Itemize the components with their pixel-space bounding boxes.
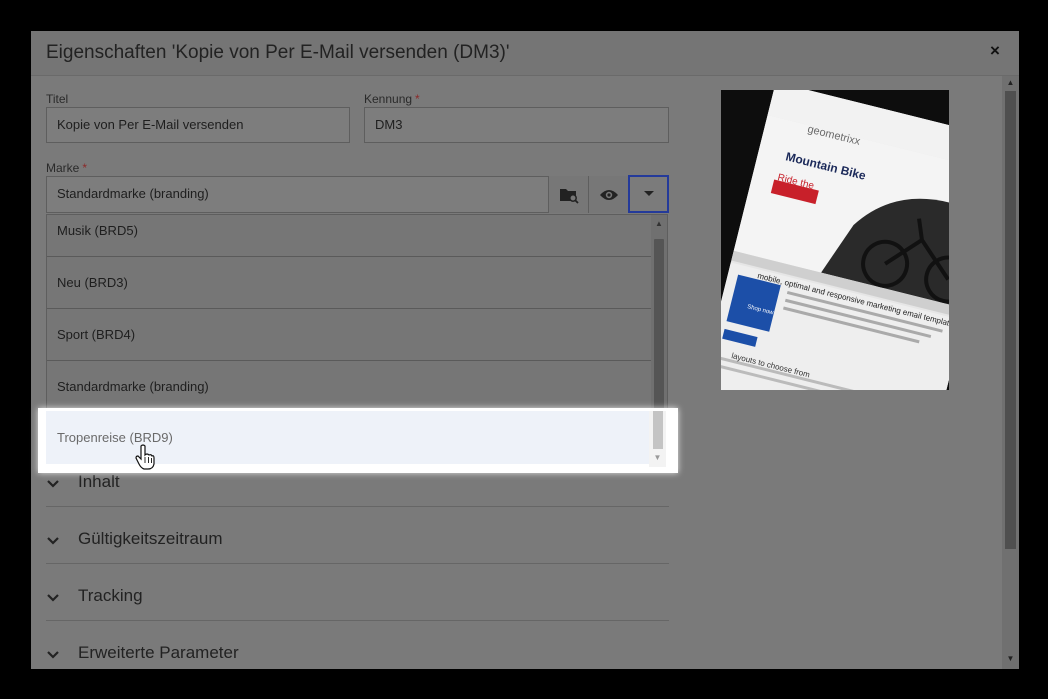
- section-inhalt[interactable]: Inhalt: [46, 467, 669, 507]
- hovered-item-spotlight: Tropenreise (BRD9) ▼: [38, 408, 678, 473]
- section-label: Tracking: [78, 586, 143, 605]
- chevron-down-icon: [47, 594, 59, 602]
- id-label: Kennung *: [364, 92, 420, 106]
- dropdown-item[interactable]: Standardmarke (branding): [47, 361, 651, 413]
- brand-input[interactable]: Standardmarke (branding): [46, 176, 549, 213]
- chevron-down-icon: [47, 480, 59, 488]
- brand-label: Marke *: [46, 161, 87, 175]
- title-label: Titel: [46, 92, 68, 106]
- browse-folder-button[interactable]: [548, 176, 588, 213]
- section-label: Gültigkeitszeitraum: [78, 529, 223, 548]
- section-tracking[interactable]: Tracking: [46, 581, 669, 621]
- dropdown-toggle-button[interactable]: [628, 175, 669, 213]
- properties-dialog: Eigenschaften 'Kopie von Per E-Mail vers…: [31, 31, 1019, 669]
- scroll-down-arrow-icon[interactable]: ▼: [649, 453, 666, 465]
- dropdown-item[interactable]: Sport (BRD4): [47, 309, 651, 361]
- section-label: Inhalt: [78, 472, 120, 491]
- title-input[interactable]: Kopie von Per E-Mail versenden: [46, 107, 350, 143]
- preview-button[interactable]: [588, 176, 628, 213]
- dialog-scroll-thumb[interactable]: [1005, 91, 1016, 549]
- section-label: Erweiterte Parameter: [78, 643, 239, 662]
- id-input[interactable]: DM3: [364, 107, 669, 143]
- folder-search-icon: [559, 188, 579, 204]
- template-preview-image: geometrixx Mountain Bike Ride the mobile…: [721, 90, 949, 390]
- email-template-thumbnail: geometrixx Mountain Bike Ride the mobile…: [721, 90, 949, 390]
- dropdown-scrollbar-lower[interactable]: ▼: [649, 411, 666, 467]
- hand-pointer-cursor-icon: [135, 444, 155, 470]
- scroll-up-arrow-icon[interactable]: ▲: [651, 217, 667, 231]
- brand-label-text: Marke: [46, 161, 80, 175]
- section-gueltigkeitszeitraum[interactable]: Gültigkeitszeitraum: [46, 524, 669, 564]
- title-label-text: Titel: [46, 92, 69, 106]
- dropdown-item[interactable]: Neu (BRD3): [47, 257, 651, 309]
- dialog-title-bar: Eigenschaften 'Kopie von Per E-Mail vers…: [31, 31, 1019, 76]
- id-label-text: Kennung: [364, 92, 413, 106]
- close-button[interactable]: ×: [985, 41, 1005, 61]
- chevron-down-icon: [47, 537, 59, 545]
- dialog-scrollbar[interactable]: ▲ ▼: [1002, 76, 1019, 669]
- dropdown-scroll-thumb-lower[interactable]: [653, 411, 663, 449]
- scroll-down-arrow-icon[interactable]: ▼: [1002, 654, 1019, 666]
- scroll-up-arrow-icon[interactable]: ▲: [1002, 78, 1019, 90]
- required-marker: *: [82, 161, 88, 175]
- dropdown-item[interactable]: Musik (BRD5): [47, 215, 651, 257]
- dialog-title: Eigenschaften 'Kopie von Per E-Mail vers…: [46, 42, 510, 63]
- eye-icon: [599, 189, 618, 200]
- required-marker: *: [415, 92, 420, 106]
- caret-down-icon: [643, 191, 654, 196]
- section-erweiterte-parameter[interactable]: Erweiterte Parameter: [46, 638, 669, 669]
- chevron-down-icon: [47, 651, 59, 659]
